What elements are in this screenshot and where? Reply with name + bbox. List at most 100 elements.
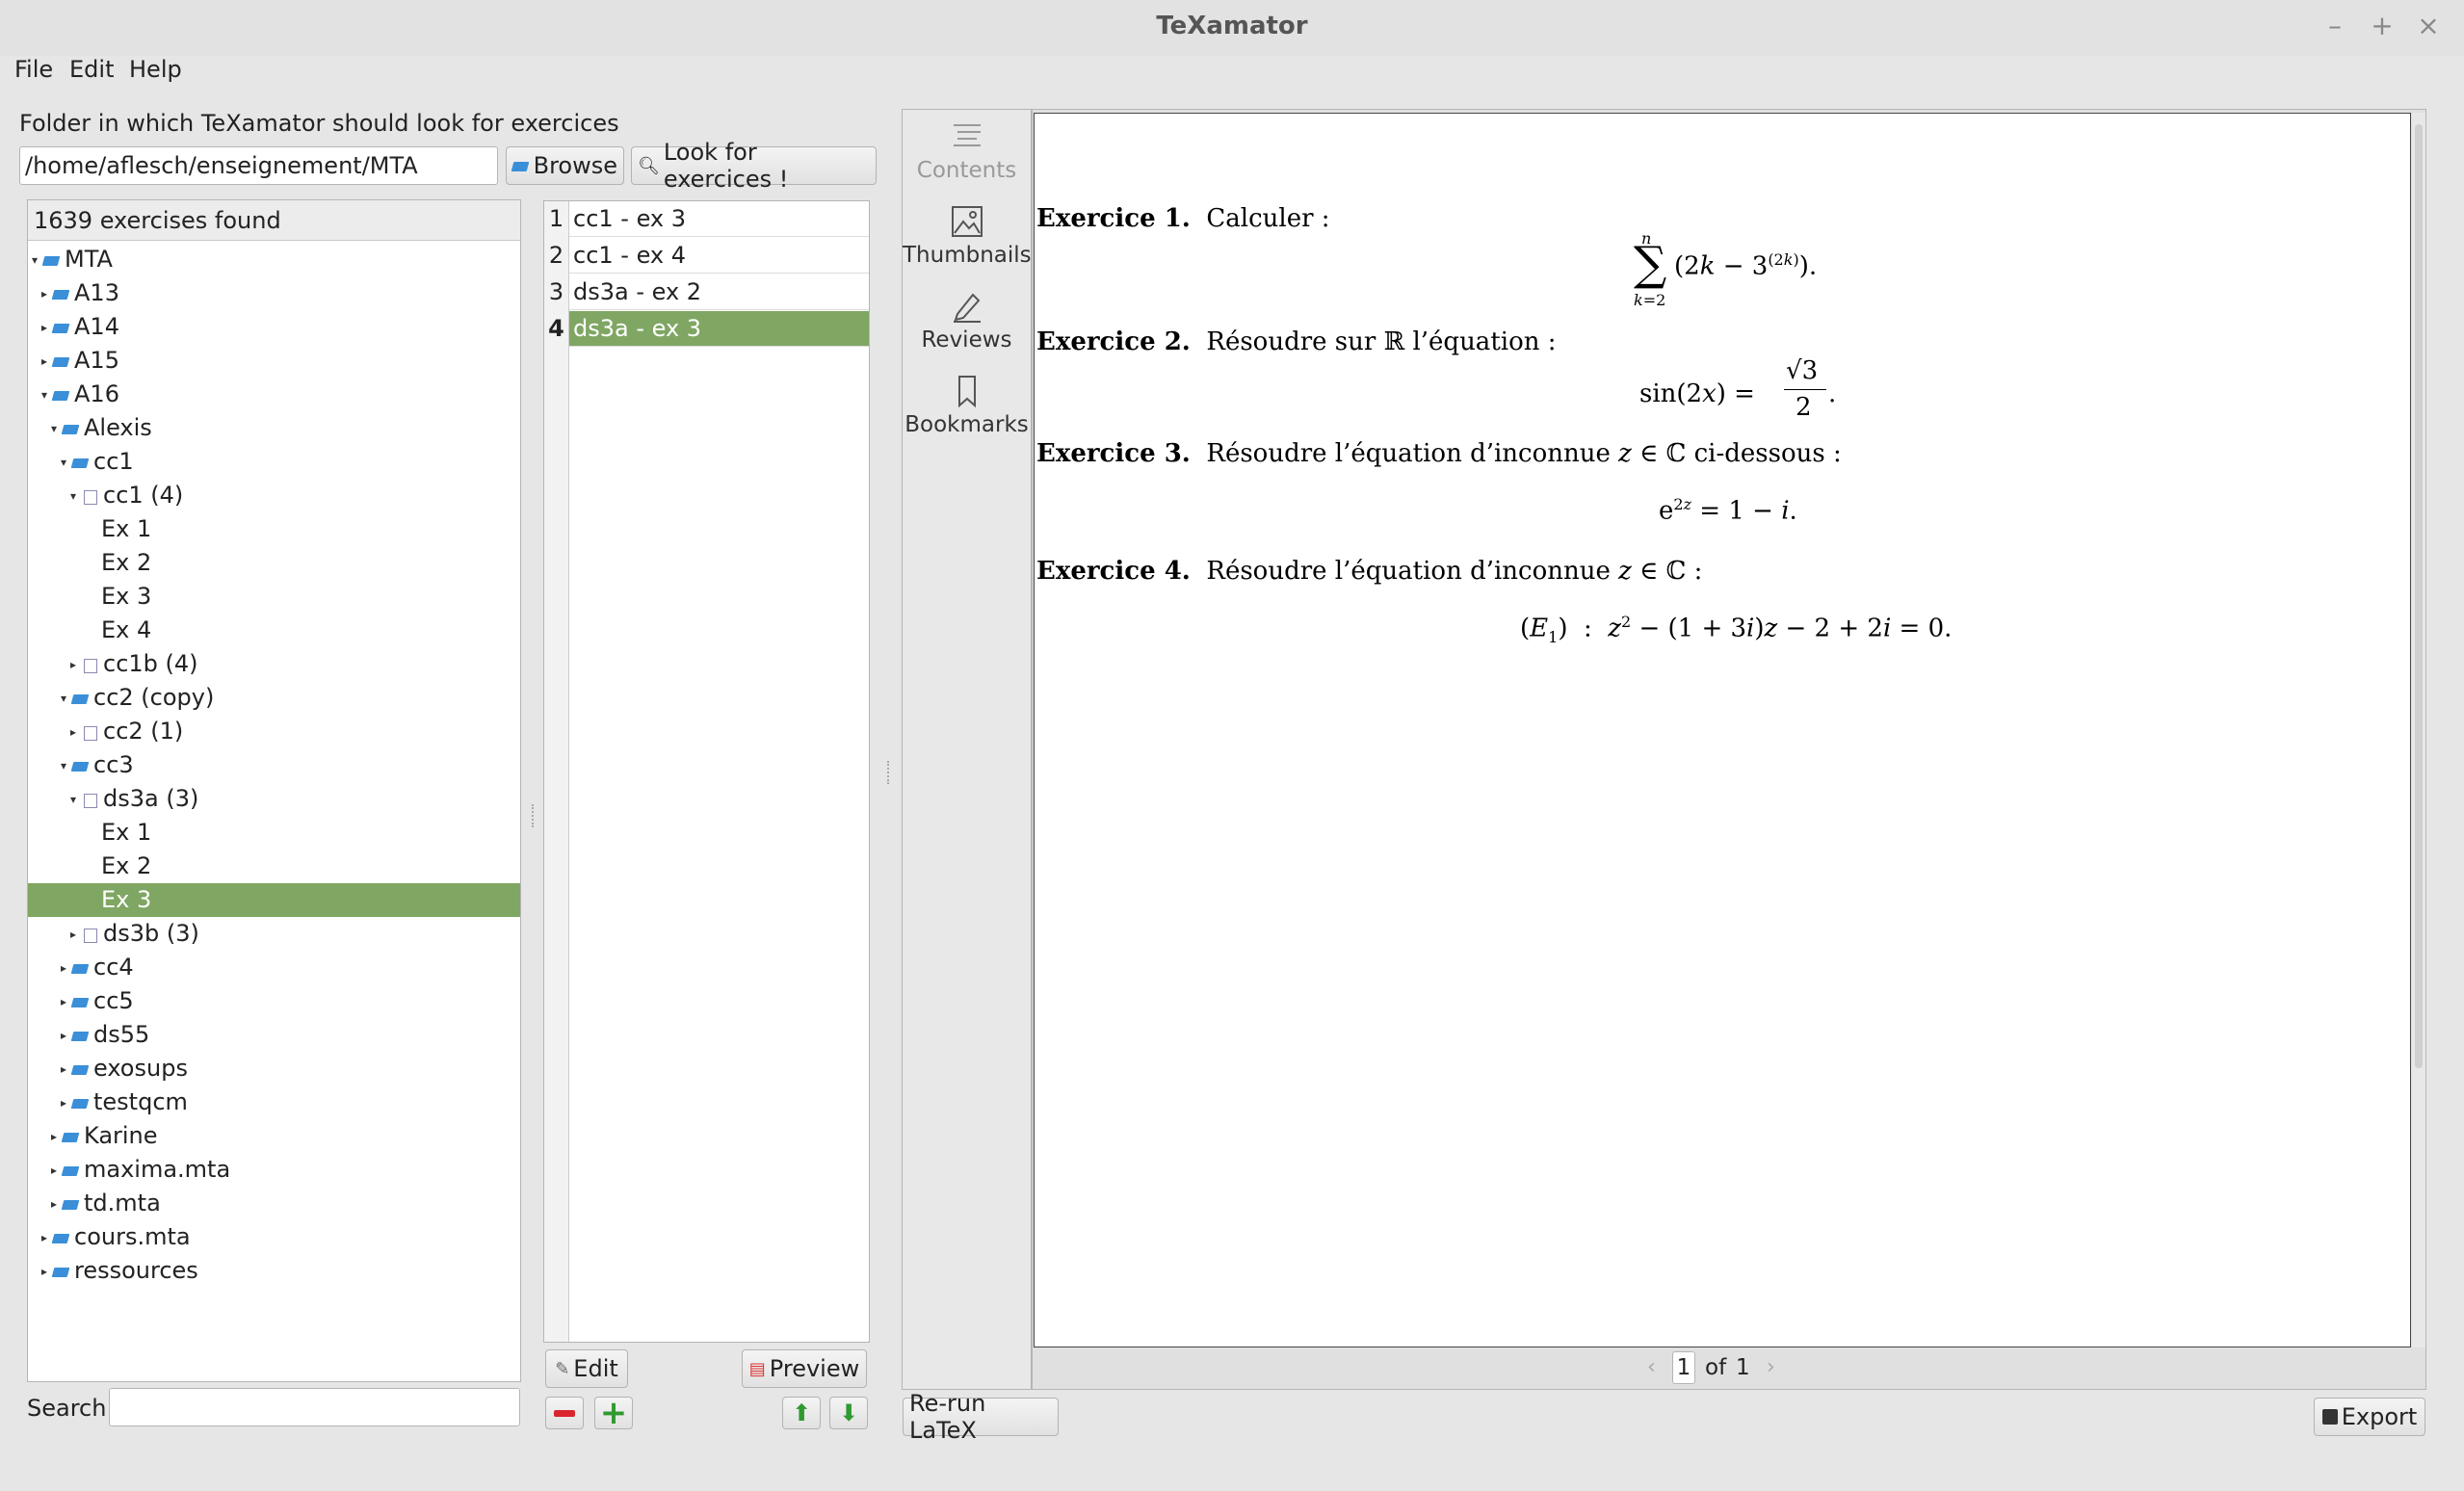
tree-item[interactable]: ▸ td.mta (28, 1187, 520, 1220)
prev-page-icon[interactable]: ‹ (1647, 1355, 1656, 1379)
move-down-button[interactable]: ⬇ (829, 1397, 868, 1429)
tree-item[interactable]: ▸ maxima.mta (28, 1153, 520, 1187)
expanded-arrow-icon[interactable]: ▾ (61, 446, 72, 480)
tree-item[interactable]: ▸ ds3b (3) (28, 917, 520, 951)
folder-icon (72, 760, 90, 772)
exercise-tree[interactable]: 1639 exercises found ▾ MTA ▸ A13 ▸ A14 ▸ A15 ▾ A1… (27, 199, 521, 1382)
collapsed-arrow-icon[interactable]: ▸ (61, 985, 72, 1019)
expanded-arrow-icon[interactable]: ▾ (61, 682, 72, 716)
collapsed-arrow-icon[interactable]: ▸ (51, 1120, 63, 1154)
tree-item[interactable]: Ex 3 (28, 580, 520, 614)
collapsed-arrow-icon[interactable]: ▸ (61, 1086, 72, 1120)
tree-item[interactable]: Ex 4 (28, 614, 520, 647)
collapsed-arrow-icon[interactable]: ▸ (70, 716, 82, 749)
search-label: Search (27, 1395, 107, 1422)
menu-file[interactable]: File (14, 56, 53, 83)
tree-item[interactable]: ▸ Karine (28, 1119, 520, 1153)
look-for-exercises-button[interactable]: 🔍︎ Look for exercices ! (631, 139, 877, 193)
folder-icon (72, 1063, 90, 1075)
tree-item[interactable]: ▸ cc5 (28, 984, 520, 1018)
pdf-scrollbar[interactable] (2412, 113, 2425, 1347)
tree-item[interactable]: ▸ cours.mta (28, 1220, 520, 1254)
edit-button[interactable]: ✎ Edit (545, 1349, 628, 1388)
tree-item[interactable]: ▾ cc1 (4) (28, 479, 520, 512)
collapsed-arrow-icon[interactable]: ▸ (41, 1221, 53, 1255)
tree-item[interactable]: ▾ ds3a (3) (28, 782, 520, 816)
collapsed-arrow-icon[interactable]: ▸ (41, 345, 53, 379)
tree-item[interactable]: ▸ exosups (28, 1052, 520, 1086)
rerun-latex-button[interactable]: Re-run LaTeX (903, 1390, 1059, 1444)
tab-reviews[interactable]: Reviews (903, 289, 1031, 353)
tree-item[interactable]: ▾ cc3 (28, 748, 520, 782)
tree-item[interactable]: ▾ Alexis (28, 411, 520, 445)
tree-item[interactable]: Ex 1 (28, 816, 520, 850)
tree-item[interactable]: ▾ cc2 (copy) (28, 681, 520, 715)
menu-edit[interactable]: Edit (69, 56, 114, 83)
tree-item[interactable]: Ex 2 (28, 850, 520, 883)
collapsed-arrow-icon[interactable]: ▸ (70, 918, 82, 952)
preview-button[interactable]: ▤ Preview (742, 1349, 867, 1388)
list-item[interactable]: 3 ds3a - ex 2 (544, 275, 869, 310)
window-title: TeXamator (1156, 12, 1308, 40)
move-up-button[interactable]: ⬆ (782, 1397, 821, 1429)
page-number-input[interactable]: 1 (1672, 1351, 1695, 1384)
tree-item[interactable]: ▸ A15 (28, 344, 520, 378)
folder-path-input[interactable]: /home/aflesch/enseignement/MTA (19, 146, 498, 185)
expanded-arrow-icon[interactable]: ▾ (32, 244, 43, 277)
tab-thumbnails[interactable]: Thumbnails (903, 204, 1032, 268)
expanded-arrow-icon[interactable]: ▾ (41, 379, 53, 412)
search-input[interactable] (109, 1388, 520, 1426)
tree-item[interactable]: ▸ cc1b (4) (28, 647, 520, 681)
collapsed-arrow-icon[interactable]: ▸ (61, 1053, 72, 1086)
list-item-label: cc1 - ex 3 (573, 205, 687, 232)
exercise-3-formula: e2z = 1 − i. (1659, 495, 1797, 526)
tree-item[interactable]: ▾ A16 (28, 378, 520, 411)
next-page-icon[interactable]: › (1767, 1355, 1775, 1379)
tree-item[interactable]: Ex 2 (28, 546, 520, 580)
remove-button[interactable] (545, 1397, 584, 1429)
tree-item[interactable]: ▸ A13 (28, 276, 520, 310)
list-item[interactable]: 4 ds3a - ex 3 (544, 311, 869, 347)
tree-item[interactable]: ▸ ds55 (28, 1018, 520, 1052)
tab-bookmarks[interactable]: Bookmarks (903, 374, 1031, 437)
scrollbar-thumb[interactable] (2415, 124, 2423, 1068)
expanded-arrow-icon[interactable]: ▾ (61, 749, 72, 783)
list-item[interactable]: 1 cc1 - ex 3 (544, 201, 869, 237)
list-item[interactable]: 2 cc1 - ex 4 (544, 238, 869, 274)
tree-item[interactable]: Ex 3 (28, 883, 520, 917)
collapsed-arrow-icon[interactable]: ▸ (51, 1154, 63, 1188)
maximize-button[interactable]: + (2366, 10, 2398, 41)
browse-button[interactable]: Browse (506, 146, 624, 185)
splitter-handle[interactable] (532, 804, 536, 827)
collapsed-arrow-icon[interactable]: ▸ (41, 277, 53, 311)
expanded-arrow-icon[interactable]: ▾ (70, 783, 82, 817)
tab-contents[interactable]: Contents (903, 119, 1031, 183)
collapsed-arrow-icon[interactable]: ▸ (70, 648, 82, 682)
collapsed-arrow-icon[interactable]: ▸ (41, 1255, 53, 1289)
tree-item[interactable]: Ex 1 (28, 512, 520, 546)
folder-icon (72, 962, 90, 974)
tree-item[interactable]: ▸ cc4 (28, 951, 520, 984)
minimize-button[interactable]: – (2319, 10, 2351, 41)
tree-item-label: ressources (74, 1257, 198, 1284)
collapsed-arrow-icon[interactable]: ▸ (61, 952, 72, 985)
add-button[interactable]: + (594, 1397, 633, 1429)
collapsed-arrow-icon[interactable]: ▸ (51, 1188, 63, 1221)
tree-item[interactable]: ▸ A14 (28, 310, 520, 344)
tree-item-label: ds3b (3) (103, 920, 199, 947)
tree-item[interactable]: ▾ MTA (28, 243, 520, 276)
tree-item[interactable]: ▸ testqcm (28, 1086, 520, 1119)
tree-item[interactable]: ▸ ressources (28, 1254, 520, 1288)
close-button[interactable]: × (2412, 10, 2445, 41)
splitter-handle-2[interactable] (887, 761, 891, 784)
menu-help[interactable]: Help (129, 56, 182, 83)
tree-item[interactable]: ▾ cc1 (28, 445, 520, 479)
expanded-arrow-icon[interactable]: ▾ (51, 412, 63, 446)
collapsed-arrow-icon[interactable]: ▸ (61, 1019, 72, 1053)
tree-item[interactable]: ▸ cc2 (1) (28, 715, 520, 748)
pdf-page[interactable]: Exercice 1. Calculer : n ∑ k=2 (2k − 3(2… (1034, 113, 2411, 1347)
export-button[interactable]: Export (2314, 1398, 2425, 1436)
collapsed-arrow-icon[interactable]: ▸ (41, 311, 53, 345)
selected-exercises-list[interactable]: 1 cc1 - ex 3 2 cc1 - ex 4 3 ds3a - ex 2 4 ds3a … (543, 200, 870, 1343)
expanded-arrow-icon[interactable]: ▾ (70, 480, 82, 513)
